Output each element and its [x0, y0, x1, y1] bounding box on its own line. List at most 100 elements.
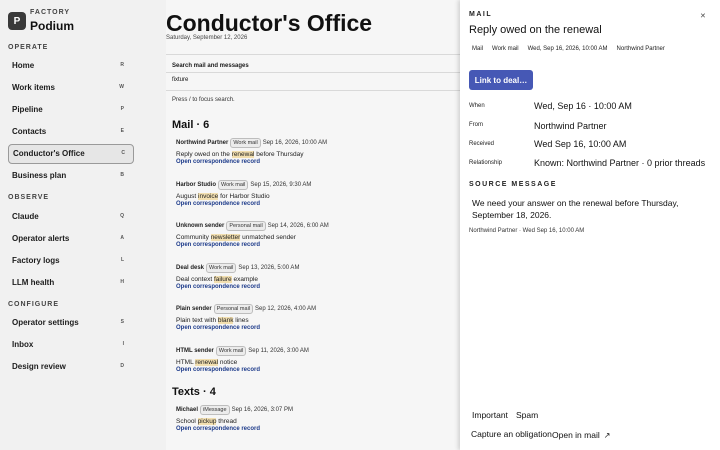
sender: Plain sender — [176, 306, 212, 312]
panel-meta-tabs: Mail Work mail Wed, Sep 16, 2026, 10:00 AM… — [472, 46, 674, 52]
sidebar: P FACTORY Podium OPERATE Home R Work item… — [0, 0, 166, 450]
sidebar-item-label: LLM health — [12, 278, 55, 287]
open-record-link[interactable]: Open correspondence record — [176, 325, 456, 331]
sidebar-item-label: Operator alerts — [12, 234, 70, 243]
shortcut-key: Q — [120, 213, 124, 219]
sidebar-item-conductors-office[interactable]: Conductor's Office C — [8, 144, 134, 164]
sidebar-item-operator-settings[interactable]: Operator settings S — [8, 314, 132, 332]
panel-kicker: MAIL — [469, 11, 493, 18]
open-record-link[interactable]: Open correspondence record — [176, 367, 456, 373]
sidebar-item-home[interactable]: Home R — [8, 57, 132, 75]
field-label: Relationship — [469, 160, 503, 166]
shortcut-key: D — [120, 363, 124, 369]
sidebar-item-claude[interactable]: Claude Q — [8, 208, 132, 226]
shortcut-key: I — [122, 341, 124, 347]
sidebar-item-label: Conductor's Office — [13, 149, 85, 158]
snippet: for Harbor Studio — [218, 193, 270, 200]
divider — [166, 90, 460, 91]
sender: Deal desk — [176, 265, 205, 271]
open-record-link[interactable]: Open correspondence record — [176, 426, 456, 432]
sidebar-item-design-review[interactable]: Design review D — [8, 358, 132, 376]
open-record-link[interactable]: Open correspondence record — [176, 284, 456, 290]
important-button[interactable]: Important — [472, 410, 508, 420]
open-record-link[interactable]: Open correspondence record — [176, 242, 456, 248]
snippet: lines — [233, 317, 249, 324]
meta-tag: Mail — [472, 46, 484, 52]
texts-heading: Texts · 4 — [172, 386, 216, 398]
section-observe: OBSERVE — [8, 194, 50, 201]
search-input[interactable]: fixture — [172, 77, 454, 87]
list-item[interactable]: Harbor Studio Work mail Sep 15, 2026, 9:30… — [176, 180, 456, 207]
brand-name: Podium — [30, 19, 74, 33]
sidebar-item-pipeline[interactable]: Pipeline P — [8, 101, 132, 119]
open-in-mail-button[interactable]: Open in mail ↗ — [552, 430, 610, 440]
sidebar-item-work-items[interactable]: Work items W — [8, 79, 132, 97]
list-item[interactable]: Northwind Partner Work mail Sep 16, 2026, … — [176, 138, 456, 165]
channel-badge: Personal mail — [213, 304, 254, 314]
external-link-icon: ↗ — [603, 431, 611, 440]
search-highlight: renewal — [231, 151, 255, 158]
sender: Harbor Studio — [176, 182, 216, 188]
sidebar-item-business-plan[interactable]: Business plan B — [8, 167, 132, 185]
sidebar-item-inbox[interactable]: Inbox I — [8, 336, 132, 354]
sidebar-item-label: Design review — [12, 362, 66, 371]
sidebar-item-llm-health[interactable]: LLM health H — [8, 274, 132, 292]
sidebar-item-label: Home — [12, 61, 35, 70]
sidebar-item-operator-alerts[interactable]: Operator alerts A — [8, 230, 132, 248]
search-highlight: failure — [213, 276, 232, 283]
timestamp: Sep 15, 2026, 9:30 AM — [250, 182, 312, 188]
channel-badge: Work mail — [206, 263, 237, 273]
snippet: Reply owed on the — [176, 151, 232, 158]
timestamp: Sep 12, 2026, 4:00 AM — [255, 306, 317, 312]
sidebar-item-label: Operator settings — [12, 318, 79, 327]
timestamp: Sep 11, 2026, 3:00 AM — [248, 348, 309, 354]
link-to-deal-button[interactable]: Link to deal… — [469, 70, 533, 90]
shortcut-key: E — [120, 128, 124, 134]
shortcut-key: A — [120, 235, 124, 241]
list-item[interactable]: Michael iMessage Sep 16, 2026, 3:07 PM Sch… — [176, 405, 456, 432]
field-label: From — [469, 122, 483, 128]
search-highlight: renewal — [195, 359, 219, 366]
spam-button[interactable]: Spam — [516, 410, 538, 420]
sidebar-item-contacts[interactable]: Contacts E — [8, 123, 132, 141]
meta-tag: Wed, Sep 16, 2026, 10:00 AM — [527, 46, 608, 52]
sidebar-item-label: Contacts — [12, 127, 47, 136]
list-item[interactable]: Plain sender Personal mail Sep 12, 2026, 4… — [176, 304, 456, 331]
snippet: HTML — [176, 359, 196, 366]
sidebar-item-label: Factory logs — [12, 256, 60, 265]
list-item[interactable]: Deal desk Work mail Sep 13, 2026, 5:00 AM … — [176, 263, 456, 290]
channel-badge: Personal mail — [226, 221, 266, 231]
list-item[interactable]: HTML sender Work mail Sep 11, 2026, 3:00 A… — [176, 346, 456, 373]
snippet: example — [231, 276, 259, 283]
search-hint: Press / to focus search. — [172, 97, 235, 103]
sidebar-item-factory-logs[interactable]: Factory logs L — [8, 252, 132, 270]
sender: HTML sender — [176, 348, 214, 354]
field-value: Wed Sep 16, 10:00 AM — [534, 139, 627, 149]
snippet: August — [176, 193, 199, 200]
capture-obligation-button[interactable]: Capture an obligation — [471, 429, 552, 439]
open-record-link[interactable]: Open correspondence record — [176, 159, 456, 165]
snippet: before Thursday — [254, 151, 304, 158]
sidebar-item-label: Business plan — [12, 171, 67, 180]
field-label: When — [469, 103, 485, 109]
list-item[interactable]: Unknown sender Personal mail Sep 14, 2026,… — [176, 221, 456, 248]
shortcut-key: S — [120, 319, 124, 325]
shortcut-key: C — [121, 150, 125, 156]
sender: Unknown sender — [176, 223, 225, 229]
timestamp: Sep 16, 2026, 10:00 AM — [262, 140, 328, 146]
section-configure: CONFIGURE — [8, 301, 59, 308]
search-highlight: pickup — [197, 418, 217, 425]
channel-badge: Work mail — [215, 346, 247, 356]
open-record-link[interactable]: Open correspondence record — [176, 201, 456, 207]
close-icon[interactable]: ✕ — [700, 12, 706, 20]
shortcut-key: B — [120, 172, 124, 178]
mail-detail-panel: MAIL ✕ Reply owed on the renewal Mail Wor… — [460, 0, 720, 450]
search-highlight: newsletter — [210, 234, 241, 241]
field-value: Wed, Sep 16 · 10:00 AM — [534, 101, 632, 111]
shortcut-key: R — [120, 62, 124, 68]
shortcut-key: L — [120, 257, 124, 263]
timestamp: Sep 13, 2026, 5:00 AM — [238, 265, 300, 271]
snippet: Plain text with — [176, 317, 218, 324]
sender: Michael — [176, 407, 199, 413]
field-label: Received — [469, 141, 495, 147]
